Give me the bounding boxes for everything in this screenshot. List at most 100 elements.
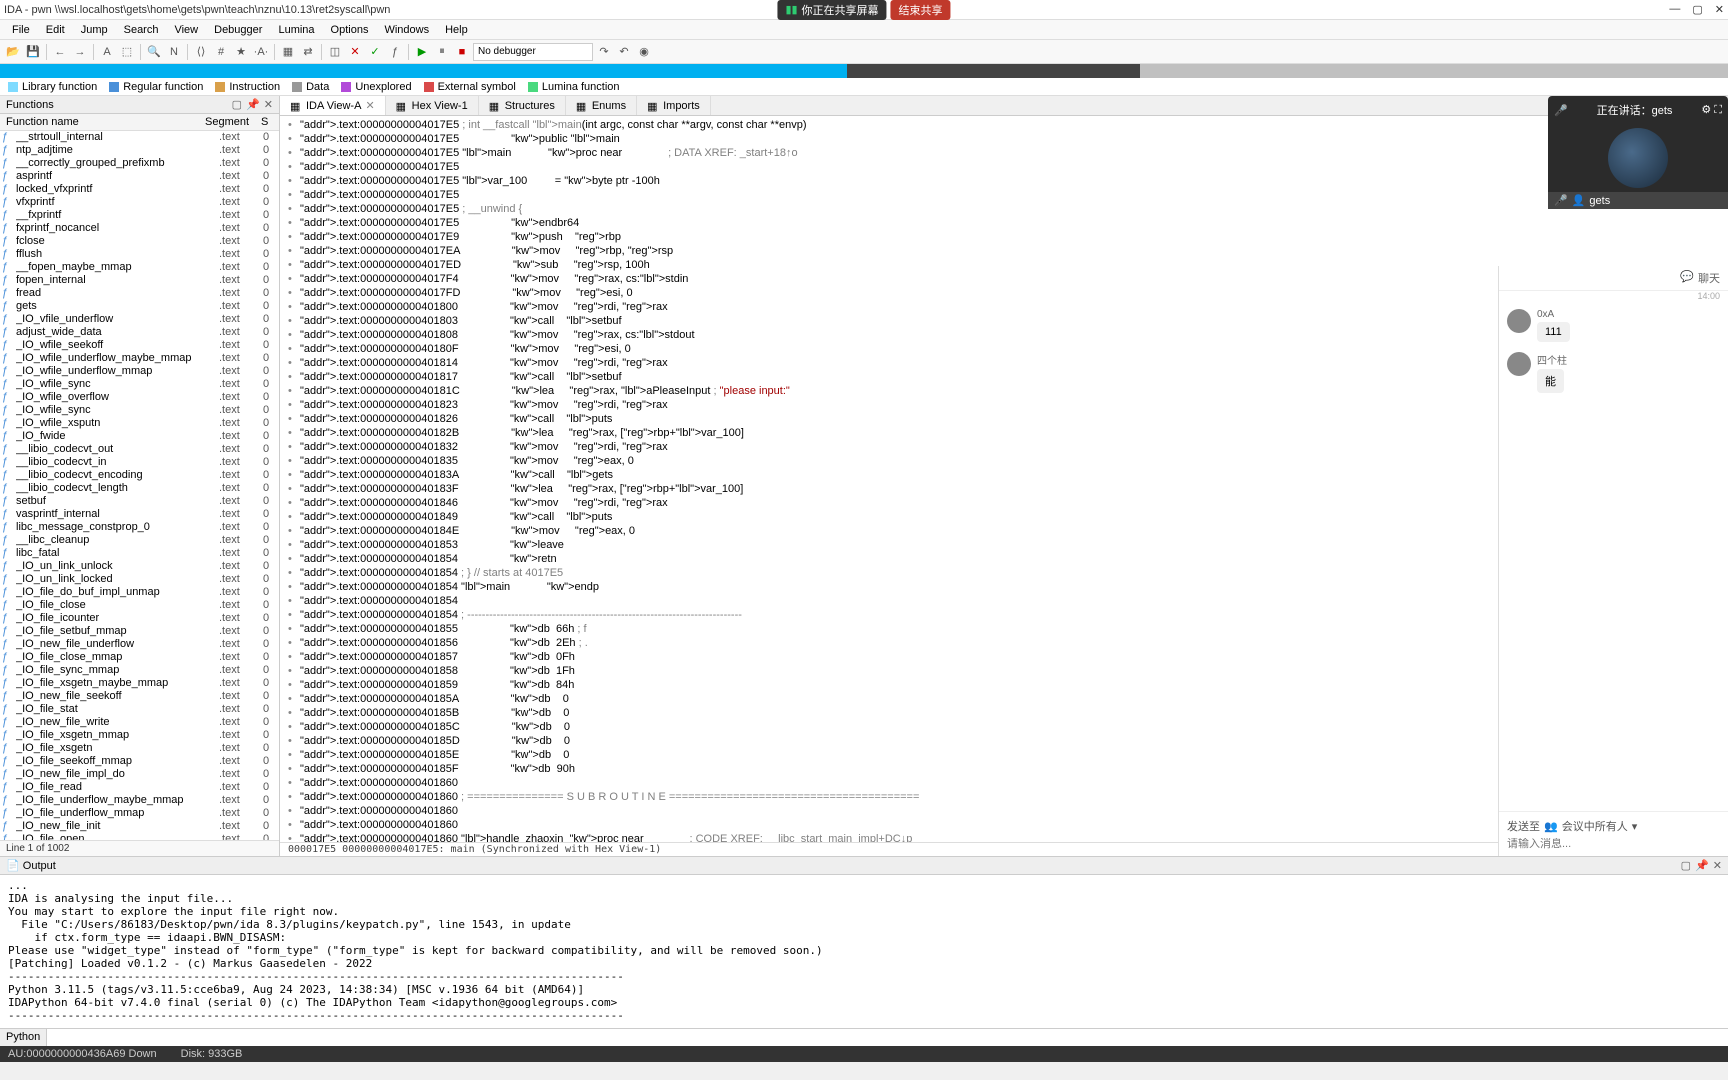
col-segment[interactable]: Segment [199, 114, 259, 130]
stop-icon[interactable]: ■ [453, 43, 471, 61]
python-label[interactable]: Python [0, 1029, 47, 1046]
function-row[interactable]: ƒ_IO_wfile_underflow_mmap.text0 [0, 365, 279, 378]
code-icon[interactable]: ⟨⟩ [192, 43, 210, 61]
forward-icon[interactable]: → [71, 43, 89, 61]
segment-icon[interactable]: ▦ [279, 43, 297, 61]
step-over-icon[interactable]: ↶ [615, 43, 633, 61]
func-icon[interactable]: ƒ [386, 43, 404, 61]
cross-red-icon[interactable]: ✕ [346, 43, 364, 61]
function-row[interactable]: ƒ__fxprintf.text0 [0, 209, 279, 222]
mic-icon[interactable]: 🎤 [1554, 104, 1568, 117]
function-row[interactable]: ƒ__libc_cleanup.text0 [0, 534, 279, 547]
menu-options[interactable]: Options [323, 22, 377, 38]
open-icon[interactable]: 📂 [4, 43, 22, 61]
pause-icon[interactable]: ⏸ [433, 43, 451, 61]
function-row[interactable]: ƒntp_adjtime.text0 [0, 144, 279, 157]
menu-edit[interactable]: Edit [38, 22, 73, 38]
function-row[interactable]: ƒfxprintf_nocancel.text0 [0, 222, 279, 235]
graph-icon[interactable]: ◫ [326, 43, 344, 61]
function-row[interactable]: ƒlibc_fatal.text0 [0, 547, 279, 560]
cross-green-icon[interactable]: ✓ [366, 43, 384, 61]
save-icon[interactable]: 💾 [24, 43, 42, 61]
function-row[interactable]: ƒ_IO_file_do_buf_impl_unmap.text0 [0, 586, 279, 599]
pane-float-icon[interactable]: ▢ [232, 98, 242, 111]
function-row[interactable]: ƒfflush.text0 [0, 248, 279, 261]
output-pin-icon[interactable]: 📌 [1695, 859, 1709, 872]
function-row[interactable]: ƒfread.text0 [0, 287, 279, 300]
debugger-combo[interactable] [473, 43, 593, 61]
xrefs-icon[interactable]: ⇄ [299, 43, 317, 61]
run-icon[interactable]: ▶ [413, 43, 431, 61]
menu-windows[interactable]: Windows [376, 22, 437, 38]
function-row[interactable]: ƒadjust_wide_data.text0 [0, 326, 279, 339]
function-row[interactable]: ƒ_IO_file_seekoff_mmap.text0 [0, 755, 279, 768]
function-row[interactable]: ƒ_IO_file_underflow_mmap.text0 [0, 807, 279, 820]
function-row[interactable]: ƒ_IO_un_link_unlock.text0 [0, 560, 279, 573]
menu-file[interactable]: File [4, 22, 38, 38]
output-close-icon[interactable]: ✕ [1713, 859, 1722, 872]
function-row[interactable]: ƒ_IO_wfile_underflow_maybe_mmap.text0 [0, 352, 279, 365]
functions-list[interactable]: ƒ__strtoull_internal.text0ƒntp_adjtime.t… [0, 131, 279, 840]
ascii-icon[interactable]: ·A· [252, 43, 270, 61]
function-row[interactable]: ƒfclose.text0 [0, 235, 279, 248]
tab-structures[interactable]: ▦Structures [479, 96, 566, 115]
output-float-icon[interactable]: ▢ [1681, 859, 1691, 872]
function-row[interactable]: ƒ_IO_file_underflow_maybe_mmap.text0 [0, 794, 279, 807]
hex-icon[interactable]: N [165, 43, 183, 61]
function-row[interactable]: ƒ__libio_codecvt_out.text0 [0, 443, 279, 456]
binary-icon[interactable]: ⬚ [118, 43, 136, 61]
function-row[interactable]: ƒ__libio_codecvt_in.text0 [0, 456, 279, 469]
function-row[interactable]: ƒ__correctly_grouped_prefixmb.text0 [0, 157, 279, 170]
col-function-name[interactable]: Function name [0, 114, 199, 130]
function-row[interactable]: ƒasprintf.text0 [0, 170, 279, 183]
data-icon[interactable]: # [212, 43, 230, 61]
overlay-controls-icon[interactable]: ⚙ ⛶ [1701, 103, 1722, 117]
function-row[interactable]: ƒ__fopen_maybe_mmap.text0 [0, 261, 279, 274]
menu-help[interactable]: Help [437, 22, 476, 38]
function-row[interactable]: ƒlocked_vfxprintf.text0 [0, 183, 279, 196]
function-row[interactable]: ƒ_IO_wfile_sync.text0 [0, 378, 279, 391]
menu-view[interactable]: View [166, 22, 206, 38]
tab-hex-view-1[interactable]: ▦Hex View-1 [386, 96, 479, 115]
function-row[interactable]: ƒgets.text0 [0, 300, 279, 313]
function-row[interactable]: ƒ_IO_un_link_locked.text0 [0, 573, 279, 586]
function-row[interactable]: ƒ_IO_new_file_impl_do.text0 [0, 768, 279, 781]
meeting-overlay[interactable]: 🎤 正在讲话：gets ⚙ ⛶ 🎤👤gets [1548, 96, 1728, 209]
function-row[interactable]: ƒ_IO_vfile_underflow.text0 [0, 313, 279, 326]
function-row[interactable]: ƒ_IO_wfile_xsputn.text0 [0, 417, 279, 430]
function-row[interactable]: ƒ_IO_new_file_write.text0 [0, 716, 279, 729]
function-row[interactable]: ƒ_IO_file_close_mmap.text0 [0, 651, 279, 664]
function-row[interactable]: ƒfopen_internal.text0 [0, 274, 279, 287]
breakpoint-icon[interactable]: ◉ [635, 43, 653, 61]
function-row[interactable]: ƒ_IO_file_setbuf_mmap.text0 [0, 625, 279, 638]
function-row[interactable]: ƒ__libio_codecvt_length.text0 [0, 482, 279, 495]
step-icon[interactable]: ↷ [595, 43, 613, 61]
navigation-band[interactable] [0, 64, 1728, 78]
tab-close-icon[interactable]: ✕ [365, 99, 374, 112]
star-icon[interactable]: ★ [232, 43, 250, 61]
function-row[interactable]: ƒ__strtoull_internal.text0 [0, 131, 279, 144]
send-to-selector[interactable]: 发送至 👥 会议中所有人 ▾ [1507, 818, 1720, 834]
function-row[interactable]: ƒ_IO_file_close.text0 [0, 599, 279, 612]
function-row[interactable]: ƒ_IO_new_file_init.text0 [0, 820, 279, 833]
function-row[interactable]: ƒvasprintf_internal.text0 [0, 508, 279, 521]
tab-imports[interactable]: ▦Imports [637, 96, 711, 115]
menu-jump[interactable]: Jump [73, 22, 116, 38]
chat-input[interactable] [1507, 838, 1720, 850]
output-text[interactable]: ... IDA is analysing the input file... Y… [0, 875, 1728, 1028]
close-icon[interactable]: ✕ [1715, 3, 1724, 16]
function-row[interactable]: ƒ_IO_wfile_seekoff.text0 [0, 339, 279, 352]
maximize-icon[interactable]: ▢ [1692, 3, 1702, 16]
function-row[interactable]: ƒvfxprintf.text0 [0, 196, 279, 209]
text-icon[interactable]: A [98, 43, 116, 61]
function-row[interactable]: ƒ_IO_file_xsgetn.text0 [0, 742, 279, 755]
python-input[interactable] [47, 1029, 1728, 1046]
function-row[interactable]: ƒ_IO_file_read.text0 [0, 781, 279, 794]
function-row[interactable]: ƒ_IO_file_xsgetn_mmap.text0 [0, 729, 279, 742]
back-icon[interactable]: ← [51, 43, 69, 61]
minimize-icon[interactable]: — [1669, 3, 1680, 16]
function-row[interactable]: ƒ_IO_wfile_overflow.text0 [0, 391, 279, 404]
tab-enums[interactable]: ▦Enums [566, 96, 637, 115]
function-row[interactable]: ƒ_IO_fwide.text0 [0, 430, 279, 443]
function-row[interactable]: ƒ_IO_file_open.text0 [0, 833, 279, 840]
